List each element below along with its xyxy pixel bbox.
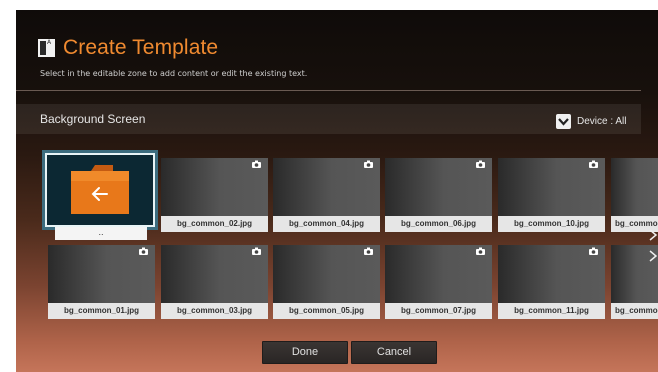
page-title: Create Template — [63, 36, 219, 59]
header-divider — [16, 90, 641, 91]
camera-icon — [252, 247, 261, 255]
done-button[interactable]: Done — [262, 341, 348, 364]
thumbnail-bg-common-01[interactable] — [48, 245, 155, 303]
chevron-right-icon[interactable] — [648, 250, 658, 262]
camera-icon — [589, 247, 598, 255]
thumbnail-label: bg_common_07.jpg — [385, 303, 492, 319]
camera-icon — [476, 160, 485, 168]
thumbnail-bg-common-04[interactable] — [273, 158, 380, 216]
device-filter-label: Device : All — [577, 116, 627, 127]
folder-back-item[interactable] — [45, 153, 155, 227]
chevron-down-icon[interactable] — [556, 114, 571, 129]
template-screen: A Create Template Select in the editable… — [16, 10, 658, 372]
section-title: Background Screen — [40, 112, 146, 126]
camera-icon — [589, 160, 598, 168]
thumbnail-label: bg_common_11.jpg — [498, 303, 605, 319]
thumbnail-bg-common-07[interactable] — [385, 245, 492, 303]
thumbnail-bg-common-05[interactable] — [273, 245, 380, 303]
thumbnail-bg-common-06[interactable] — [385, 158, 492, 216]
page-subtitle: Select in the editable zone to add conte… — [40, 69, 308, 78]
thumbnail-label: bg_common_13.jpg — [611, 303, 658, 319]
thumbnail-label: bg_common_10.jpg — [498, 216, 605, 232]
thumbnail-label: bg_common_01.jpg — [48, 303, 155, 319]
thumbnail-label: bg_common_06.jpg — [385, 216, 492, 232]
device-filter-dropdown[interactable]: Device : All — [556, 114, 626, 129]
thumbnail-label: bg_common_05.jpg — [273, 303, 380, 319]
camera-icon — [139, 247, 148, 255]
template-icon: A — [38, 39, 55, 57]
camera-icon — [476, 247, 485, 255]
thumbnail-bg-common-02[interactable] — [161, 158, 268, 216]
camera-icon — [252, 160, 261, 168]
cancel-button[interactable]: Cancel — [351, 341, 437, 364]
thumbnail-bg-common-11[interactable] — [498, 245, 605, 303]
folder-back-icon — [71, 165, 129, 214]
thumbnail-label: bg_common_04.jpg — [273, 216, 380, 232]
thumbnail-bg-common-10[interactable] — [498, 158, 605, 216]
camera-icon — [364, 247, 373, 255]
folder-back-label: .. — [55, 227, 147, 240]
header: A Create Template — [38, 34, 218, 62]
thumbnail-label: bg_common_03.jpg — [161, 303, 268, 319]
thumbnail-bg-common-03[interactable] — [161, 245, 268, 303]
thumbnail-label: bg_common_02.jpg — [161, 216, 268, 232]
camera-icon — [364, 160, 373, 168]
thumbnail-bg-common-12[interactable] — [611, 158, 658, 216]
chevron-right-icon[interactable] — [648, 229, 658, 241]
